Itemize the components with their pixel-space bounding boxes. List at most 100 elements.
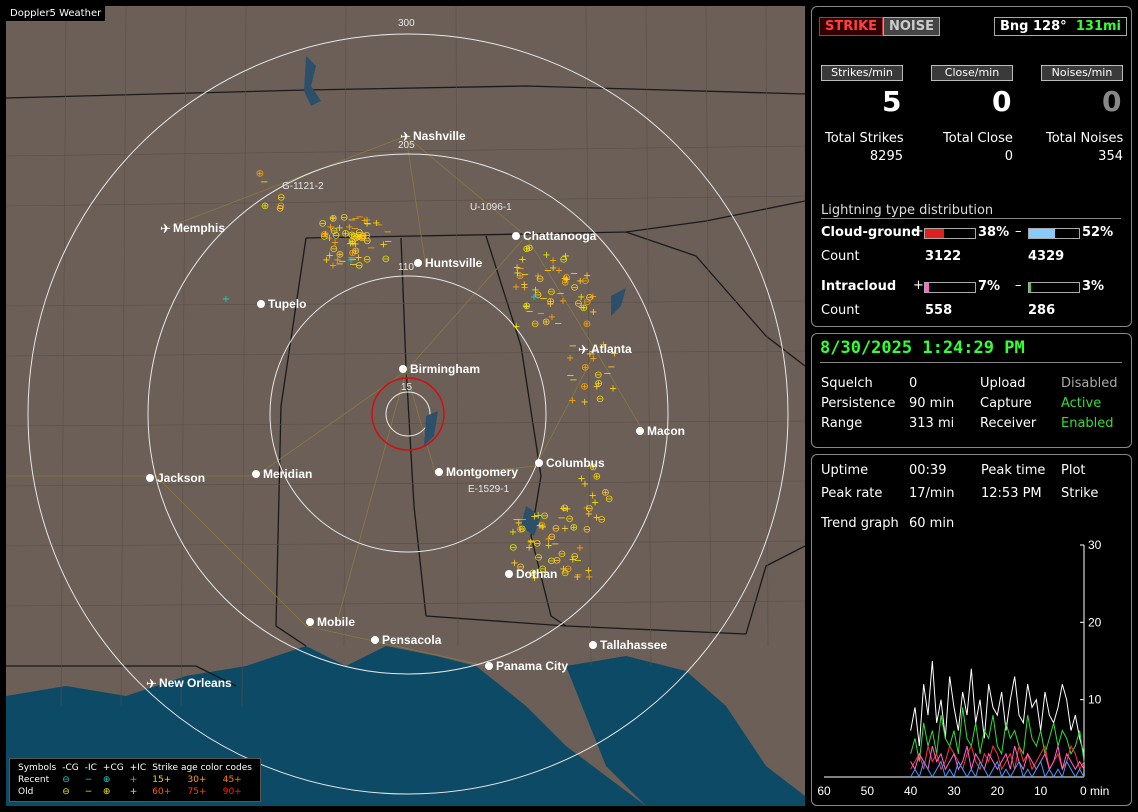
pos-cg-recent-icon: ⊕: [102, 775, 111, 785]
strike-marker: −: [574, 570, 582, 581]
strike-marker: ⊖: [518, 524, 526, 535]
total-close-label: Total Close: [943, 131, 1013, 146]
trend-series-line: [910, 660, 1085, 754]
strike-marker: +: [593, 381, 601, 392]
strike-marker: +: [577, 473, 585, 484]
x-tick-label: 30: [947, 784, 961, 798]
strike-marker: +: [345, 222, 353, 233]
age-code: 90+: [222, 787, 242, 797]
strike-marker: ⊖: [330, 226, 338, 237]
x-tick-label: 10: [1034, 784, 1048, 798]
city-dot: [414, 259, 422, 267]
ring-label: 15: [401, 382, 413, 393]
pos-cg-old-icon: ⊕: [102, 787, 111, 797]
strike-marker: −: [607, 362, 615, 373]
uptime-value: 00:39: [909, 463, 947, 478]
neg-ic-old-icon: −: [84, 787, 93, 797]
airport-icon: ✈: [400, 130, 411, 145]
strike-marker: +: [530, 512, 538, 523]
x-tick-label: 40: [904, 784, 918, 798]
legend-row-label: Recent: [18, 775, 50, 785]
trend-graph-value[interactable]: 60 min: [909, 516, 954, 531]
city-name: Pensacola: [382, 633, 442, 647]
plot-value[interactable]: Strike: [1061, 486, 1098, 501]
strike-marker: +: [562, 275, 570, 286]
ring-labels: 300 205 110 15: [398, 18, 415, 393]
strike-marker: ⊖: [363, 254, 371, 265]
ic-negative-pct: 3%: [1082, 279, 1105, 294]
total-noises-label: Total Noises: [1046, 131, 1124, 146]
noise-button[interactable]: NOISE: [883, 17, 941, 36]
lightning-map[interactable]: Doppler5 Weather 300 205 110 15 + ⊕ ⊖ + …: [6, 6, 805, 806]
range-value[interactable]: 313 mi: [909, 416, 954, 431]
strike-marker: +: [512, 321, 520, 332]
persistence-value[interactable]: 90 min: [909, 396, 954, 411]
strike-button[interactable]: STRIKE: [819, 17, 884, 36]
city-marker: Columbus: [535, 456, 605, 470]
strike-marker: ⊖: [276, 204, 284, 215]
storm-label: E-1529-1: [468, 484, 510, 495]
storm-label: U-1096-1: [470, 202, 512, 213]
city-name: Jackson: [157, 471, 205, 485]
trend-graph-label: Trend graph: [821, 516, 899, 531]
noises-per-min-value: 0: [1102, 85, 1122, 118]
y-tick-label: 30: [1088, 538, 1102, 552]
range-label: Range: [821, 416, 863, 431]
strike-marker: +: [347, 255, 355, 266]
strike-marker: ⊖: [565, 514, 573, 525]
city-name: Nashville: [413, 129, 466, 143]
squelch-value[interactable]: 0: [909, 376, 917, 391]
receiver-status[interactable]: Enabled: [1061, 416, 1114, 431]
airport-icon: ✈: [160, 222, 171, 237]
strike-marker: +: [585, 572, 593, 583]
strike-marker: ⊕: [593, 471, 601, 482]
city-marker: Macon: [636, 424, 685, 438]
strike-marker: ⊖: [596, 394, 604, 405]
storm-label: G-1121-2: [282, 181, 324, 192]
strike-marker: −: [525, 307, 533, 318]
strike-marker: +: [518, 255, 526, 266]
city-name: Montgomery: [446, 465, 518, 479]
cg-positive-count: 3122: [925, 249, 962, 264]
strike-marker: ⊖: [330, 244, 338, 255]
strike-marker: +: [379, 239, 387, 250]
strike-marker: ⊕: [320, 229, 328, 240]
city-marker: Chattanooga: [512, 229, 597, 243]
city-marker: Pensacola: [371, 633, 442, 647]
upload-label: Upload: [980, 376, 1026, 391]
neg-cg-old-icon: ⊖: [62, 787, 70, 797]
strike-marker: ⊖: [382, 254, 390, 265]
strike-marker: −: [539, 293, 547, 304]
strike-marker: ⊖: [583, 524, 591, 535]
upload-status[interactable]: Disabled: [1061, 376, 1117, 391]
strikes-per-min-value: 5: [882, 85, 902, 118]
city-dot: [435, 468, 443, 476]
age-code: 30+: [187, 775, 207, 785]
strike-marker: −: [544, 266, 552, 277]
strike-marker: +: [568, 396, 576, 407]
ic-negative-bar: [1028, 282, 1080, 293]
age-code: 45+: [222, 775, 242, 785]
peak-time-value: 12:53 PM: [981, 486, 1042, 501]
strike-marker: ⊕: [583, 319, 591, 330]
neg-cg-recent-icon: ⊖: [62, 775, 70, 785]
capture-status[interactable]: Active: [1061, 396, 1101, 411]
datetime-display: 8/30/2025 1:24:29 PM: [820, 338, 1122, 363]
city-dot: [589, 641, 597, 649]
airport-icon: ✈: [146, 677, 157, 692]
minus-sign: –: [1015, 278, 1022, 293]
peak-rate-label: Peak rate: [821, 486, 883, 501]
city-dot: [485, 662, 493, 670]
strike-marker: ⊖: [531, 319, 539, 330]
strike-marker: +: [566, 353, 574, 364]
city-name: Meridian: [263, 467, 312, 481]
legend-header: +IC: [129, 763, 147, 773]
squelch-label: Squelch: [821, 376, 873, 391]
strike-marker: +: [509, 527, 517, 538]
cg-positive-bar: [924, 228, 976, 239]
total-close-value: 0: [1004, 149, 1013, 164]
city-dot: [399, 365, 407, 373]
strike-marker: +: [542, 250, 550, 261]
strike-marker: −: [570, 269, 578, 280]
city-marker: ✈ Memphis: [160, 221, 225, 237]
